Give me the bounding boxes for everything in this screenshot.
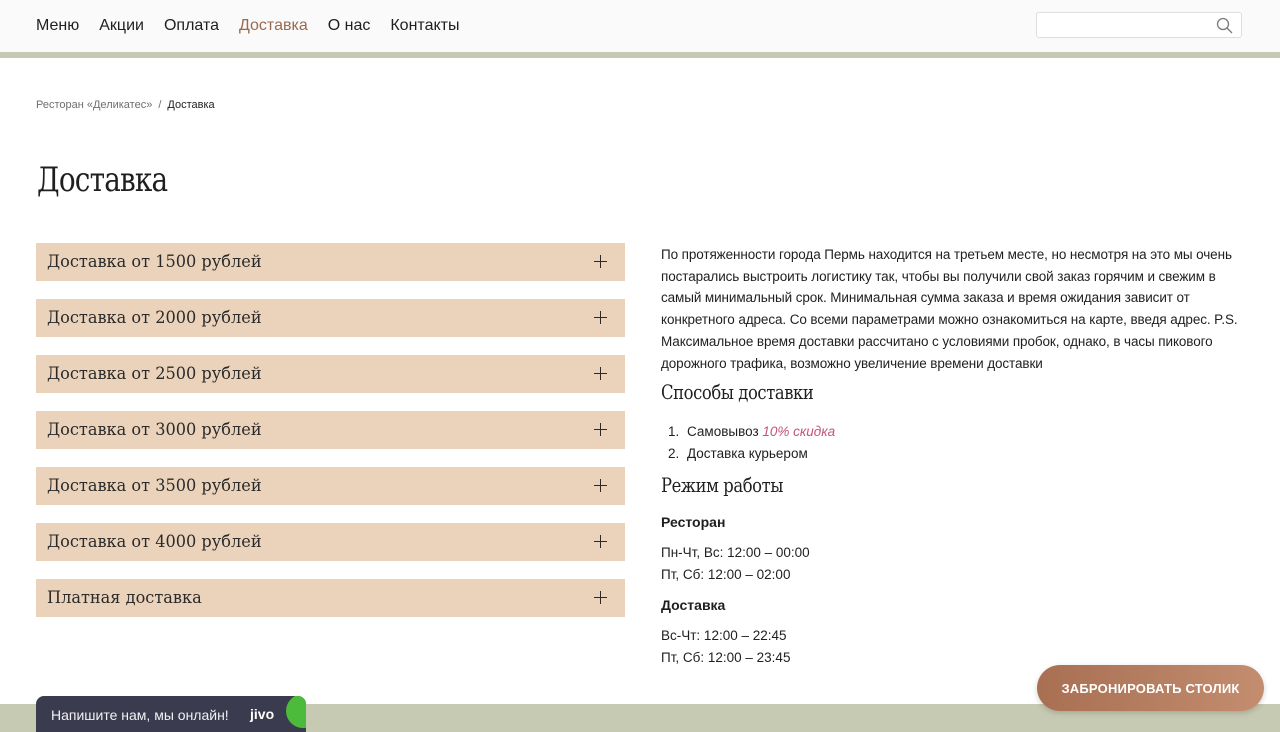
online-indicator-icon bbox=[286, 696, 306, 728]
nav-item-payment[interactable]: Оплата bbox=[164, 16, 219, 36]
hours-line: Пн-Чт, Вс: 12:00 – 00:00 bbox=[661, 545, 810, 560]
restaurant-hours-title: Ресторан bbox=[661, 514, 726, 530]
plus-icon bbox=[594, 423, 607, 436]
method-courier: Доставка курьером bbox=[687, 446, 808, 461]
nav-item-promotions[interactable]: Акции bbox=[99, 16, 144, 36]
accordion-item-label: Доставка от 3000 рублей bbox=[47, 420, 262, 440]
search-input[interactable] bbox=[1037, 13, 1207, 37]
plus-icon bbox=[594, 311, 607, 324]
restaurant-hours: Пн-Чт, Вс: 12:00 – 00:00 Пт, Сб: 12:00 –… bbox=[661, 542, 810, 585]
chat-prompt: Напишите нам, мы онлайн! bbox=[51, 707, 229, 723]
accordion-item-4000[interactable]: Доставка от 4000 рублей bbox=[36, 523, 625, 561]
delivery-hours-title: Доставка bbox=[661, 597, 726, 613]
accordion-item-3500[interactable]: Доставка от 3500 рублей bbox=[36, 467, 625, 505]
accordion-item-2500[interactable]: Доставка от 2500 рублей bbox=[36, 355, 625, 393]
intro-text: По протяженности города Пермь находится … bbox=[661, 247, 1238, 371]
breadcrumb-current: Доставка bbox=[167, 99, 215, 111]
breadcrumb: Ресторан «Деликатес» / Доставка bbox=[36, 99, 215, 111]
accordion-item-1500[interactable]: Доставка от 1500 рублей bbox=[36, 243, 625, 281]
plus-icon bbox=[594, 367, 607, 380]
nav-item-contacts[interactable]: Контакты bbox=[390, 16, 459, 36]
accordion-item-label: Доставка от 4000 рублей bbox=[47, 532, 262, 552]
accordion-item-label: Доставка от 2000 рублей bbox=[47, 308, 262, 328]
hours-line: Пт, Сб: 12:00 – 02:00 bbox=[661, 566, 791, 582]
nav-item-about[interactable]: О нас bbox=[328, 16, 371, 36]
search-icon[interactable] bbox=[1216, 17, 1233, 34]
list-number: 2. bbox=[668, 446, 680, 461]
chat-widget[interactable]: Напишите нам, мы онлайн! jivo bbox=[36, 696, 306, 732]
plus-icon bbox=[594, 479, 607, 492]
nav-item-menu[interactable]: Меню bbox=[36, 16, 79, 36]
page-title: Доставка bbox=[37, 160, 168, 200]
list-item: 2. Доставка курьером bbox=[661, 443, 835, 465]
accordion-item-label: Доставка от 1500 рублей bbox=[47, 252, 262, 272]
accordion-item-3000[interactable]: Доставка от 3000 рублей bbox=[36, 411, 625, 449]
accordion-item-label: Доставка от 2500 рублей bbox=[47, 364, 262, 384]
accordion-item-2000[interactable]: Доставка от 2000 рублей bbox=[36, 299, 625, 337]
accordion-item-label: Платная доставка bbox=[47, 588, 202, 608]
list-number: 1. bbox=[668, 424, 680, 439]
book-table-button[interactable]: ЗАБРОНИРОВАТЬ СТОЛИК bbox=[1037, 665, 1264, 711]
jivo-logo: jivo bbox=[250, 706, 275, 722]
delivery-methods-list: 1. Самовывоз 10% скидка 2. Доставка курьер… bbox=[661, 421, 835, 465]
accordion-item-label: Доставка от 3500 рублей bbox=[47, 476, 262, 496]
plus-icon bbox=[594, 535, 607, 548]
hours-line: Вс-Чт: 12:00 – 22:45 bbox=[661, 628, 787, 643]
accordion-item-paid[interactable]: Платная доставка bbox=[36, 579, 625, 617]
list-item: 1. Самовывоз 10% скидка bbox=[661, 421, 835, 443]
breadcrumb-separator: / bbox=[158, 99, 162, 111]
plus-icon bbox=[594, 591, 607, 604]
delivery-info: По протяженности города Пермь находится … bbox=[661, 244, 1251, 665]
search-box bbox=[1036, 12, 1242, 38]
top-bar: Меню Акции Оплата Доставка О нас Контакт… bbox=[0, 0, 1280, 52]
discount-note: 10% скидка bbox=[762, 424, 836, 439]
hours-heading: Режим работы bbox=[661, 473, 783, 497]
plus-icon bbox=[594, 255, 607, 268]
breadcrumb-root[interactable]: Ресторан «Деликатес» bbox=[36, 99, 152, 111]
hours-line: Пт, Сб: 12:00 – 23:45 bbox=[661, 649, 791, 665]
delivery-hours: Вс-Чт: 12:00 – 22:45 Пт, Сб: 12:00 – 23:… bbox=[661, 625, 790, 668]
header-divider bbox=[0, 52, 1280, 58]
nav-item-delivery[interactable]: Доставка bbox=[239, 16, 308, 36]
method-pickup: Самовывоз bbox=[687, 424, 759, 439]
delivery-accordion: Доставка от 1500 рублей Доставка от 2000… bbox=[36, 243, 625, 635]
main-nav: Меню Акции Оплата Доставка О нас Контакт… bbox=[36, 16, 479, 36]
methods-heading: Способы доставки bbox=[661, 380, 814, 404]
